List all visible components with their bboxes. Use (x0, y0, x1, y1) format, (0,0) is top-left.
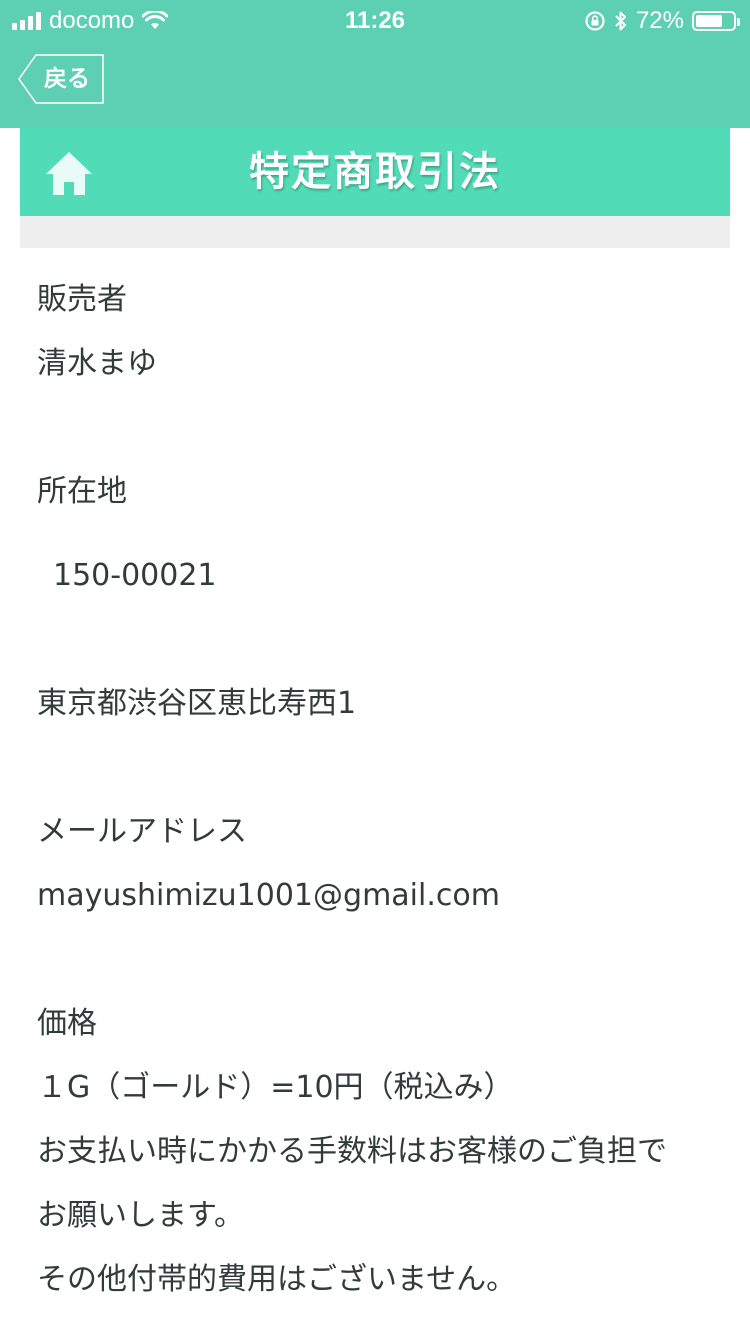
address-label: 所在地 (37, 474, 127, 509)
price-label: 価格 (37, 1006, 97, 1041)
price-fee-note: お支払い時にかかる手数料はお客様のご負担で (37, 1134, 667, 1169)
price-other-costs: その他付帯的費用はございません。 (37, 1262, 517, 1297)
top-bar: docomo 11:26 72% 戻る (0, 0, 750, 128)
header-divider-band (20, 216, 730, 248)
back-button-label: 戻る (44, 66, 90, 92)
postal-code: 150-00021 (53, 558, 217, 593)
email-value: mayushimizu1001@gmail.com (37, 878, 500, 913)
battery-icon (692, 11, 740, 31)
street-address: 東京都渋谷区恵比寿西1 (37, 686, 357, 721)
status-right: 72% (584, 7, 740, 35)
orientation-lock-icon (585, 11, 605, 31)
seller-value: 清水まゆ (37, 346, 157, 381)
page-title: 特定商取引法 (249, 149, 501, 195)
seller-label: 販売者 (37, 282, 127, 317)
price-fee-note-cont: お願いします。 (37, 1198, 244, 1233)
battery-percent: 72% (635, 7, 684, 34)
email-label: メールアドレス (37, 814, 247, 849)
price-rate: １G（ゴールド）=10円（税込み） (37, 1070, 514, 1105)
status-bar: docomo 11:26 72% (0, 0, 750, 40)
content: 販売者 清水まゆ 所在地 150-00021 東京都渋谷区恵比寿西1 メールアド… (37, 268, 727, 1312)
page-header: 特定商取引法 (20, 128, 730, 216)
bluetooth-icon (615, 11, 626, 31)
battery-fill (696, 15, 722, 27)
back-button[interactable]: 戻る (18, 54, 104, 104)
